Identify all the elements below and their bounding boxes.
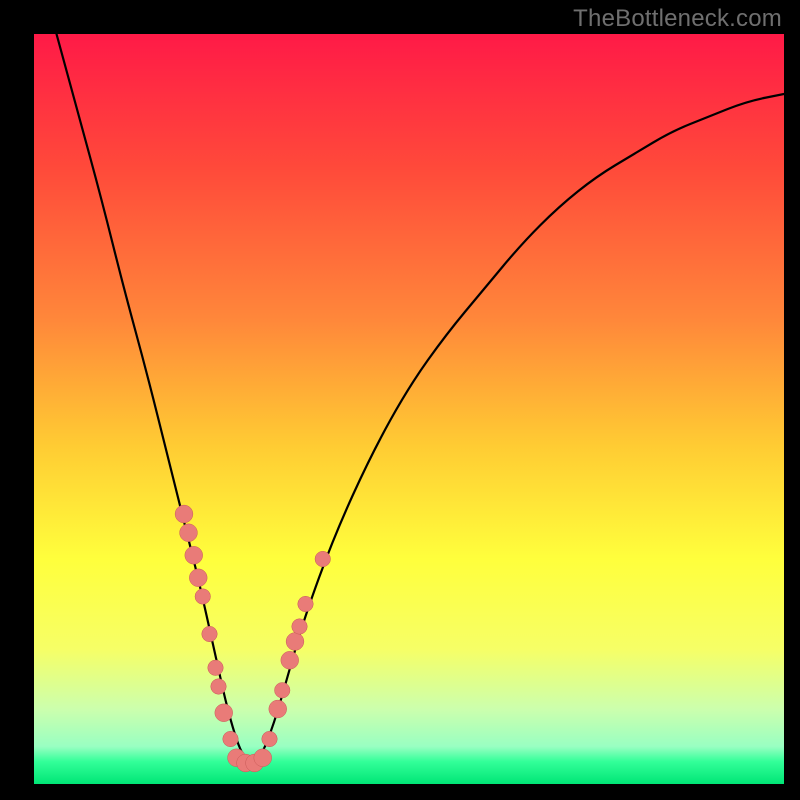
data-point: [202, 626, 218, 642]
chart-svg: [34, 34, 784, 784]
data-point: [269, 700, 287, 718]
data-point: [175, 505, 193, 523]
data-point: [275, 683, 291, 699]
chart-frame: TheBottleneck.com: [0, 0, 800, 800]
data-point: [286, 633, 304, 651]
data-point: [195, 589, 211, 605]
bottleneck-curve: [57, 34, 785, 762]
data-point: [215, 704, 233, 722]
data-point: [281, 651, 299, 669]
data-point: [180, 524, 198, 542]
plot-area: [34, 34, 784, 784]
data-point: [189, 569, 207, 587]
data-point: [208, 660, 224, 676]
data-point: [315, 551, 331, 567]
data-point: [262, 731, 278, 747]
data-point: [211, 679, 227, 695]
data-point: [298, 596, 314, 612]
data-point: [185, 546, 203, 564]
data-point: [292, 619, 308, 635]
watermark-text: TheBottleneck.com: [573, 5, 782, 33]
data-point: [254, 749, 272, 767]
data-point: [223, 731, 239, 747]
